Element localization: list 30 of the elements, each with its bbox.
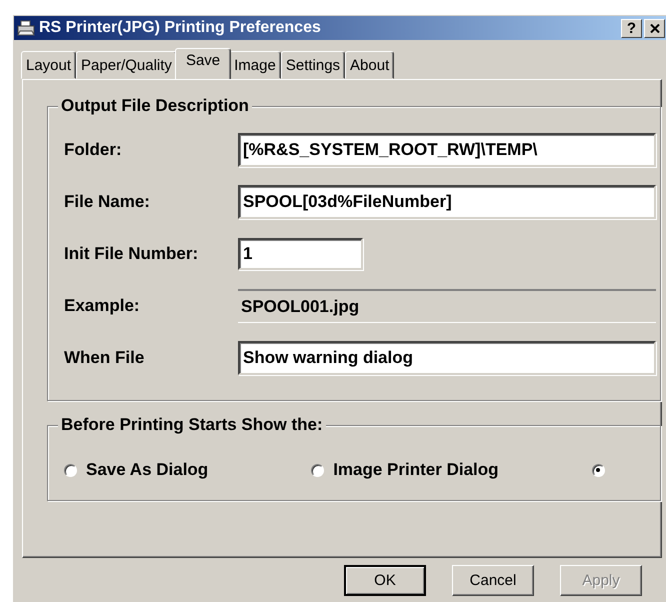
group-title: Output File Description: [58, 96, 252, 116]
window-title: RS Printer(JPG) Printing Preferences: [39, 19, 322, 37]
radio-button[interactable]: [311, 464, 324, 476]
tab[interactable]: Paper/Quality: [76, 51, 177, 79]
readonly-field: SPOOL001.jpg: [238, 289, 656, 323]
input-field[interactable]: SPOOL[03d%FileNumber]: [238, 185, 656, 219]
close-icon: [650, 24, 660, 32]
printer-icon: [17, 19, 35, 37]
tab[interactable]: Save: [174, 48, 232, 79]
tab[interactable]: Image: [229, 51, 281, 79]
tab[interactable]: About: [345, 51, 394, 79]
field-label: Init File Number:: [64, 244, 200, 264]
dialog-button[interactable]: Cancel: [452, 565, 534, 596]
radio-button[interactable]: [64, 464, 77, 476]
tab[interactable]: Settings: [280, 51, 346, 79]
help-button[interactable]: ?: [621, 18, 642, 38]
field-label: File Name:: [64, 192, 151, 212]
tab[interactable]: Layout: [21, 51, 76, 79]
radio-button[interactable]: [592, 464, 605, 476]
input-field[interactable]: [%R&S_SYSTEM_ROOT_RW]\TEMP\: [238, 133, 656, 167]
input-field[interactable]: Show warning dialog: [238, 341, 656, 375]
field-label: Folder:: [64, 140, 123, 160]
field-label: When File: [64, 348, 146, 368]
input-field[interactable]: 1: [238, 238, 363, 270]
radio-label: Save As Dialog: [86, 460, 208, 480]
field-label: Example:: [64, 296, 141, 316]
group-title: Before Printing Starts Show the:: [58, 415, 326, 435]
dialog-button[interactable]: OK: [344, 565, 426, 596]
radio-label: Image Printer Dialog: [333, 460, 499, 480]
close-button[interactable]: [644, 18, 665, 38]
